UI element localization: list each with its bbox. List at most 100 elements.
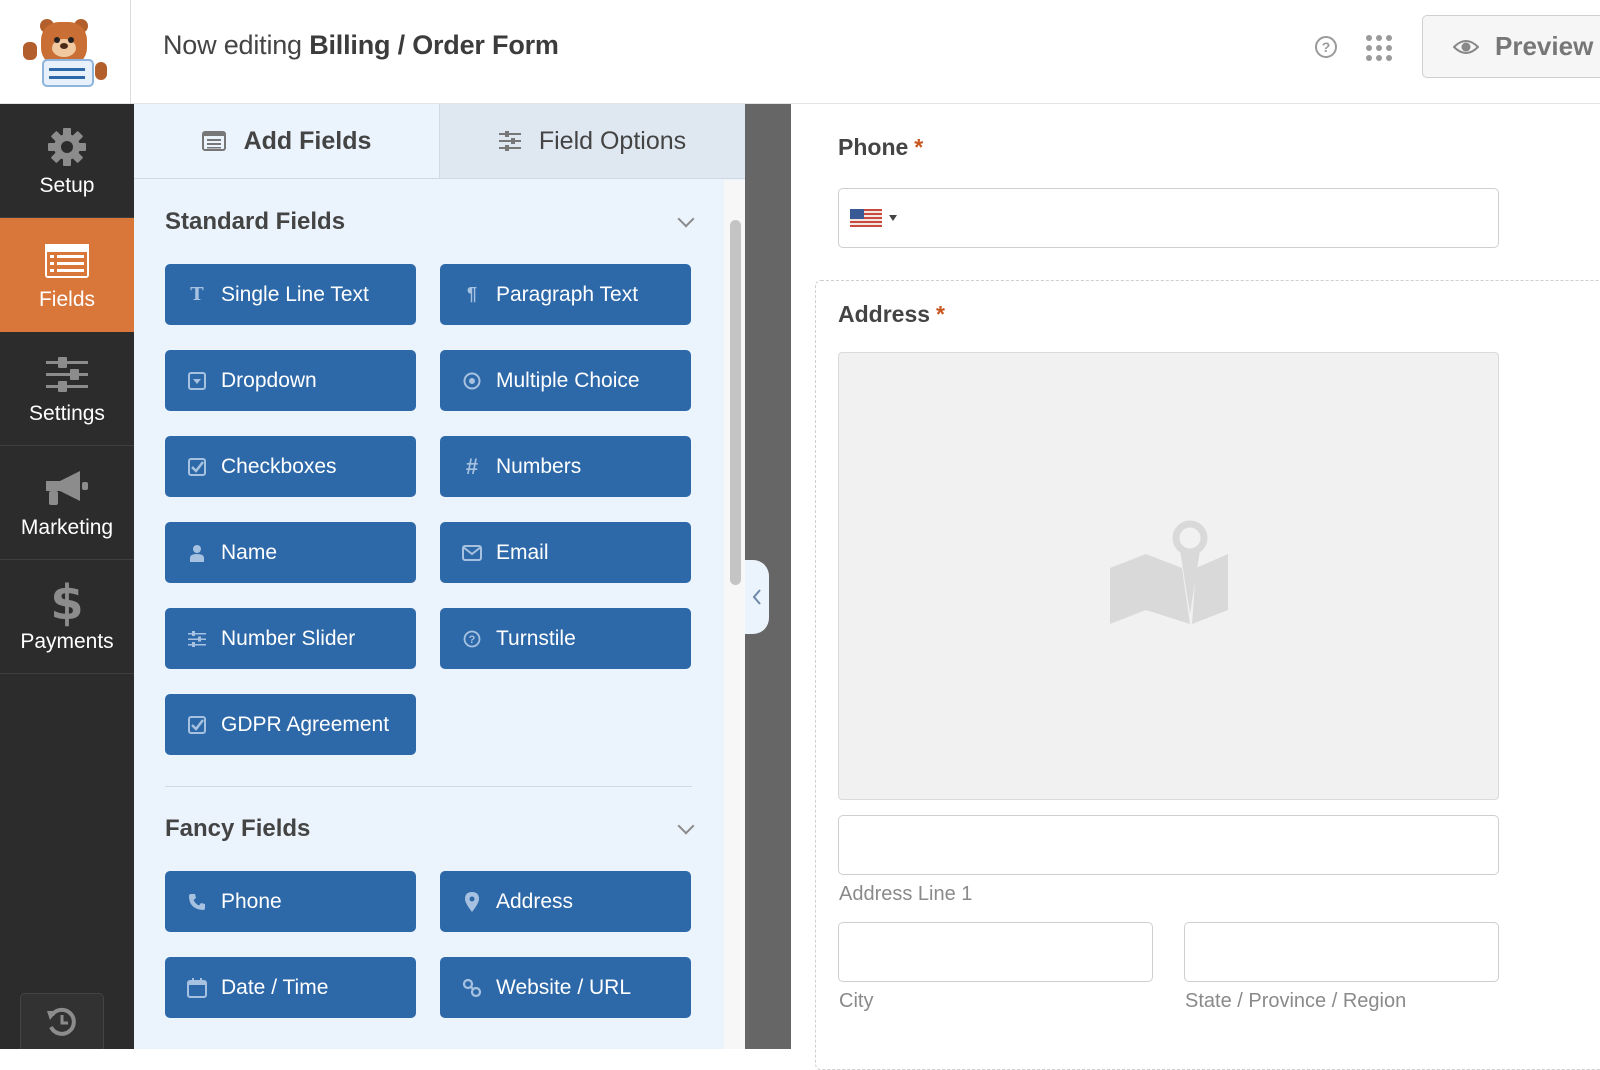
state-input[interactable]: [1184, 922, 1499, 982]
field-button-label: Checkboxes: [221, 454, 337, 478]
eye-icon: [1453, 39, 1479, 54]
hash-icon: #: [465, 453, 479, 479]
phone-input[interactable]: [838, 188, 1499, 248]
preview-label: Preview: [1495, 31, 1594, 61]
address-line1-input[interactable]: [838, 815, 1499, 875]
form-preview: Phone * Address * Address Line 1 City Stat…: [791, 104, 1600, 1070]
address-field-label: Address *: [838, 301, 945, 328]
field-button-label: Website / URL: [496, 975, 631, 999]
phone-field-label: Phone *: [838, 134, 923, 161]
map-marker-icon: [460, 890, 484, 914]
sliders-icon: [498, 131, 521, 151]
field-button-address[interactable]: Address: [440, 871, 691, 932]
field-button-label: Address: [496, 889, 574, 913]
title-prefix: Now editing: [163, 30, 302, 60]
tab-label: Add Fields: [243, 126, 372, 155]
tab-label: Field Options: [538, 126, 687, 155]
left-nav: Setup Fields Settings Marketing $ Paymen…: [0, 104, 134, 1049]
required-mark: *: [936, 301, 945, 327]
sliders-icon: [185, 627, 209, 651]
field-button-name[interactable]: Name: [165, 522, 416, 583]
chevron-left-icon: [752, 589, 761, 605]
field-button-label: Multiple Choice: [496, 368, 640, 392]
field-button-label: Phone: [221, 889, 282, 913]
user-icon: [185, 541, 209, 565]
nav-item-marketing[interactable]: Marketing: [0, 446, 134, 560]
city-input[interactable]: [838, 922, 1153, 982]
nav-item-fields[interactable]: Fields: [0, 218, 134, 332]
list-form-icon: [44, 238, 90, 284]
dropdown-icon: [185, 369, 209, 393]
scrollbar-thumb[interactable]: [730, 220, 741, 585]
nav-label: Payments: [20, 629, 114, 653]
fields-panel: Add Fields Field Options Standard Fields: [134, 104, 745, 1049]
logo[interactable]: [0, 0, 131, 104]
chevron-down-icon[interactable]: [677, 817, 695, 835]
list-icon: [201, 131, 226, 151]
field-button-label: Numbers: [496, 454, 582, 478]
field-button-label: Paragraph Text: [496, 282, 639, 306]
nav-label: Settings: [29, 401, 105, 425]
question-circle-icon: ?: [460, 627, 484, 651]
checkbox-icon: [185, 455, 209, 479]
calendar-icon: [185, 976, 209, 1000]
field-button-label: Name: [221, 540, 278, 564]
panel-tabs: Add Fields Field Options: [134, 104, 745, 179]
fancy-fields-grid: Phone Address Date / Time Website / URL: [134, 871, 724, 1018]
field-button-label: GDPR Agreement: [221, 712, 390, 736]
address-map-placeholder: [838, 352, 1499, 800]
field-button-website-url[interactable]: Website / URL: [440, 957, 691, 1018]
label-text: Phone: [838, 134, 909, 160]
envelope-icon: [460, 541, 484, 565]
field-button-date-time[interactable]: Date / Time: [165, 957, 416, 1018]
section-title: Standard Fields: [165, 208, 346, 235]
text-icon: T: [190, 284, 204, 305]
city-label: City: [839, 990, 874, 1012]
nav-label: Marketing: [20, 515, 114, 539]
field-button-email[interactable]: Email: [440, 522, 691, 583]
field-button-multiple-choice[interactable]: Multiple Choice: [440, 350, 691, 411]
required-mark: *: [914, 134, 924, 160]
field-button-dropdown[interactable]: Dropdown: [165, 350, 416, 411]
field-button-numbers[interactable]: # Numbers: [440, 436, 691, 497]
label-text: Address: [838, 301, 931, 327]
panel-scrollbar[interactable]: [724, 180, 745, 1049]
chevron-down-icon[interactable]: [677, 210, 695, 228]
bear-mascot-icon: [23, 19, 107, 87]
field-button-label: Email: [496, 540, 549, 564]
field-button-label: Turnstile: [496, 626, 576, 650]
grid-dots-icon[interactable]: [1366, 35, 1392, 61]
revisions-button[interactable]: [20, 993, 104, 1049]
collapse-panel-button[interactable]: [745, 560, 769, 634]
caret-down-icon[interactable]: [889, 215, 897, 221]
question-circle-icon[interactable]: ?: [1315, 36, 1337, 58]
section-standard-fields[interactable]: Standard Fields: [134, 180, 724, 264]
megaphone-icon: [44, 466, 90, 512]
state-label: State / Province / Region: [1185, 990, 1407, 1012]
section-fancy-fields[interactable]: Fancy Fields: [134, 787, 724, 871]
tab-field-options[interactable]: Field Options: [440, 104, 745, 178]
field-button-checkboxes[interactable]: Checkboxes: [165, 436, 416, 497]
field-button-gdpr-agreement[interactable]: GDPR Agreement: [165, 694, 416, 755]
map-pin-icon: [1109, 520, 1228, 624]
nav-item-settings[interactable]: Settings: [0, 332, 134, 446]
page-title: Now editing Billing / Order Form: [163, 30, 559, 61]
field-button-turnstile[interactable]: ? Turnstile: [440, 608, 691, 669]
phone-icon: [185, 890, 209, 914]
us-flag-icon[interactable]: [850, 209, 882, 227]
form-name: Billing / Order Form: [309, 30, 559, 60]
nav-item-setup[interactable]: Setup: [0, 104, 134, 218]
field-button-number-slider[interactable]: Number Slider: [165, 608, 416, 669]
checkbox-icon: [185, 713, 209, 737]
preview-button[interactable]: Preview: [1422, 15, 1600, 78]
nav-label: Setup: [39, 173, 95, 197]
link-icon: [460, 976, 484, 1000]
field-button-phone[interactable]: Phone: [165, 871, 416, 932]
tab-add-fields[interactable]: Add Fields: [134, 104, 440, 178]
field-button-single-line-text[interactable]: T Single Line Text: [165, 264, 416, 325]
top-bar: Now editing Billing / Order Form ? Previ…: [0, 0, 1600, 104]
field-button-label: Single Line Text: [221, 282, 369, 306]
standard-fields-grid: T Single Line Text ¶ Paragraph Text Drop…: [134, 264, 724, 755]
field-button-paragraph-text[interactable]: ¶ Paragraph Text: [440, 264, 691, 325]
nav-item-payments[interactable]: $ Payments: [0, 560, 134, 674]
